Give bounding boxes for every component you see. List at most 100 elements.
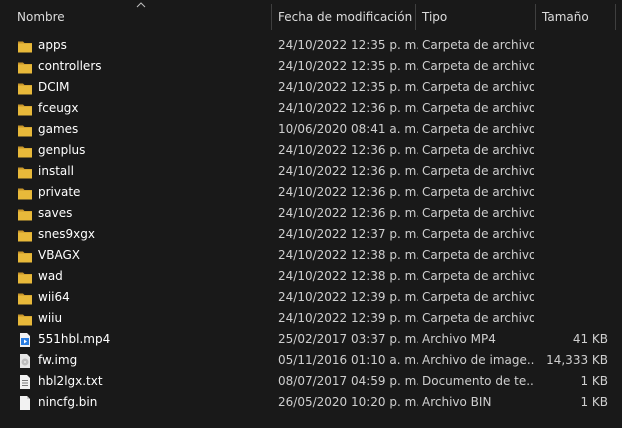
file-type: Carpeta de archivos [422, 38, 534, 52]
file-type: Archivo BIN [422, 395, 492, 409]
file-date-modified: 24/10/2022 12:37 p. m. [278, 227, 418, 241]
generic-file-icon [17, 395, 33, 411]
file-size [536, 35, 608, 56]
file-type: Documento de te... [422, 374, 534, 388]
file-size [536, 182, 608, 203]
file-row[interactable]: hbl2lgx.txt 08/07/2017 04:59 p. m. Docum… [0, 371, 622, 392]
column-divider[interactable] [271, 4, 272, 30]
file-date-modified: 24/10/2022 12:36 p. m. [278, 101, 418, 115]
file-date-modified: 24/10/2022 12:35 p. m. [278, 38, 418, 52]
file-name: apps [38, 38, 67, 52]
file-size: 14,333 KB [546, 353, 608, 367]
file-type: Carpeta de archivos [422, 80, 534, 94]
file-name: fw.img [38, 353, 78, 367]
folder-icon [17, 185, 33, 201]
file-name: private [38, 185, 81, 199]
folder-icon [17, 311, 33, 327]
folder-icon [17, 122, 33, 138]
file-row[interactable]: wii64 24/10/2022 12:39 p. m. Carpeta de … [0, 287, 622, 308]
file-name: snes9xgx [38, 227, 95, 241]
file-type: Carpeta de archivos [422, 206, 534, 220]
file-size [536, 266, 608, 287]
file-date-modified: 26/05/2020 10:20 p. m. [278, 395, 418, 409]
folder-icon [17, 227, 33, 243]
file-size [536, 77, 608, 98]
file-row[interactable]: 551hbl.mp4 25/02/2017 03:37 p. m. Archiv… [0, 329, 622, 350]
file-row[interactable]: controllers 24/10/2022 12:35 p. m. Carpe… [0, 56, 622, 77]
file-row[interactable]: games 10/06/2020 08:41 a. m. Carpeta de … [0, 119, 622, 140]
file-name: saves [38, 206, 73, 220]
file-type: Carpeta de archivos [422, 227, 534, 241]
file-size [536, 140, 608, 161]
file-name: VBAGX [38, 248, 80, 262]
file-row[interactable]: saves 24/10/2022 12:36 p. m. Carpeta de … [0, 203, 622, 224]
file-row[interactable]: wiiu 24/10/2022 12:39 p. m. Carpeta de a… [0, 308, 622, 329]
file-row[interactable]: install 24/10/2022 12:36 p. m. Carpeta d… [0, 161, 622, 182]
file-type: Carpeta de archivos [422, 59, 534, 73]
file-date-modified: 24/10/2022 12:36 p. m. [278, 143, 418, 157]
file-type: Carpeta de archivos [422, 143, 534, 157]
file-date-modified: 24/10/2022 12:39 p. m. [278, 311, 418, 325]
file-type: Archivo MP4 [422, 332, 496, 346]
column-divider[interactable] [535, 4, 536, 30]
file-row[interactable]: fceugx 24/10/2022 12:36 p. m. Carpeta de… [0, 98, 622, 119]
file-list: apps 24/10/2022 12:35 p. m. Carpeta de a… [0, 35, 622, 413]
file-name: wii64 [38, 290, 70, 304]
folder-icon [17, 290, 33, 306]
column-header-size[interactable]: Tamaño [542, 0, 589, 34]
video-file-icon [17, 332, 33, 348]
file-row[interactable]: apps 24/10/2022 12:35 p. m. Carpeta de a… [0, 35, 622, 56]
column-header-name[interactable]: Nombre [17, 0, 65, 34]
folder-icon [17, 269, 33, 285]
file-row[interactable]: private 24/10/2022 12:36 p. m. Carpeta d… [0, 182, 622, 203]
file-name: games [38, 122, 79, 136]
file-row[interactable]: VBAGX 24/10/2022 12:38 p. m. Carpeta de … [0, 245, 622, 266]
file-size [536, 98, 608, 119]
file-row[interactable]: nincfg.bin 26/05/2020 10:20 p. m. Archiv… [0, 392, 622, 413]
file-date-modified: 08/07/2017 04:59 p. m. [278, 374, 418, 388]
column-divider[interactable] [615, 4, 616, 30]
folder-icon [17, 164, 33, 180]
file-date-modified: 24/10/2022 12:38 p. m. [278, 269, 418, 283]
file-row[interactable]: snes9xgx 24/10/2022 12:37 p. m. Carpeta … [0, 224, 622, 245]
file-name: genplus [38, 143, 86, 157]
file-date-modified: 24/10/2022 12:36 p. m. [278, 164, 418, 178]
file-name: DCIM [38, 80, 70, 94]
file-size: 1 KB [580, 374, 608, 388]
file-type: Carpeta de archivos [422, 122, 534, 136]
file-name: wiiu [38, 311, 63, 325]
file-row[interactable]: wad 24/10/2022 12:38 p. m. Carpeta de ar… [0, 266, 622, 287]
file-row[interactable]: DCIM 24/10/2022 12:35 p. m. Carpeta de a… [0, 77, 622, 98]
column-header: Nombre Fecha de modificación Tipo Tamaño [0, 0, 622, 34]
file-row[interactable]: genplus 24/10/2022 12:36 p. m. Carpeta d… [0, 140, 622, 161]
file-size [536, 161, 608, 182]
folder-icon [17, 248, 33, 264]
file-date-modified: 24/10/2022 12:35 p. m. [278, 80, 418, 94]
file-type: Carpeta de archivos [422, 185, 534, 199]
sort-ascending-icon [136, 2, 146, 8]
file-date-modified: 05/11/2016 01:10 a. m. [278, 353, 418, 367]
folder-icon [17, 38, 33, 54]
file-row[interactable]: fw.img 05/11/2016 01:10 a. m. Archivo de… [0, 350, 622, 371]
column-header-date[interactable]: Fecha de modificación [278, 0, 412, 34]
file-name: 551hbl.mp4 [38, 332, 111, 346]
file-date-modified: 24/10/2022 12:35 p. m. [278, 59, 418, 73]
file-type: Carpeta de archivos [422, 101, 534, 115]
file-name: install [38, 164, 74, 178]
file-date-modified: 24/10/2022 12:38 p. m. [278, 248, 418, 262]
folder-icon [17, 80, 33, 96]
file-size: 1 KB [580, 395, 608, 409]
column-header-type[interactable]: Tipo [422, 0, 447, 34]
file-date-modified: 24/10/2022 12:36 p. m. [278, 206, 418, 220]
folder-icon [17, 101, 33, 117]
file-type: Carpeta de archivos [422, 290, 534, 304]
file-size [536, 224, 608, 245]
file-type: Carpeta de archivos [422, 248, 534, 262]
file-type: Carpeta de archivos [422, 164, 534, 178]
file-size [536, 287, 608, 308]
file-size: 41 KB [572, 332, 608, 346]
column-divider[interactable] [415, 4, 416, 30]
file-size [536, 245, 608, 266]
file-size [536, 56, 608, 77]
file-name: wad [38, 269, 63, 283]
